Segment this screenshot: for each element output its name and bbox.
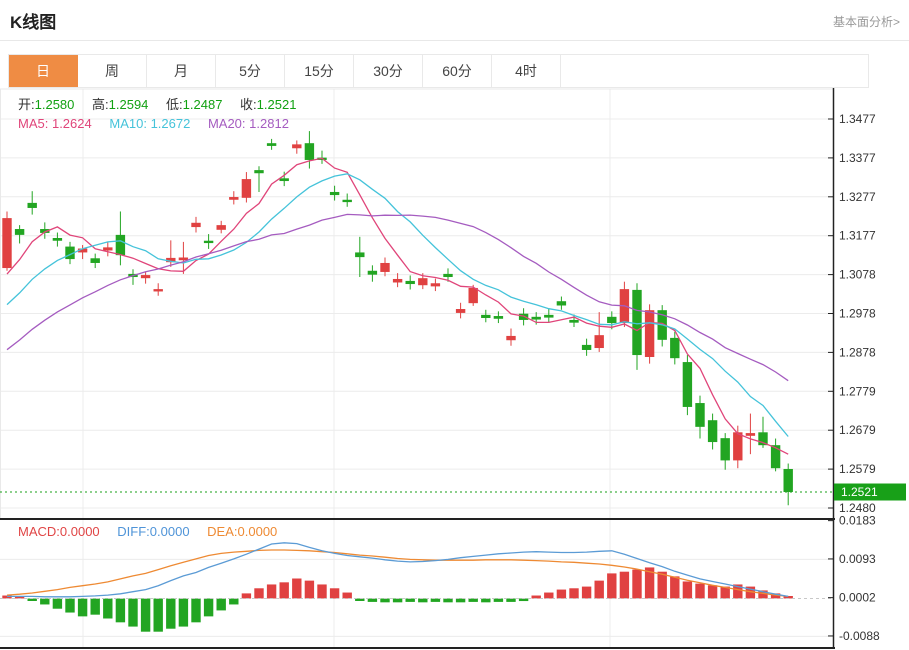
- svg-text:0.0002: 0.0002: [839, 591, 876, 605]
- close-label: 收:: [240, 97, 257, 112]
- svg-text:1.2878: 1.2878: [839, 345, 876, 359]
- diff-value-legend: DIFF:0.0000: [117, 524, 189, 539]
- fundamental-analysis-link[interactable]: 基本面分析>: [833, 13, 900, 30]
- ma5-value: 1.2624: [52, 116, 92, 131]
- ma10-legend: MA10: 1.2672: [109, 116, 190, 131]
- tab-15min[interactable]: 15分: [285, 55, 354, 87]
- svg-text:0.0093: 0.0093: [839, 552, 876, 566]
- price-axis-labels: 1.3477 1.3377 1.3277 1.3177 1.3078 1.2978 1.28…: [828, 112, 876, 515]
- low-label: 低:: [166, 97, 183, 112]
- dea-value-legend: DEA:0.0000: [207, 524, 277, 539]
- close-value: 1.2521: [257, 97, 297, 112]
- high-label: 高:: [92, 97, 109, 112]
- svg-text:1.2579: 1.2579: [839, 462, 876, 476]
- macd-value-legend: MACD:0.0000: [18, 524, 100, 539]
- ma5-legend: MA5: 1.2624: [18, 116, 92, 131]
- ma20-label: MA20:: [208, 116, 246, 131]
- macd-legend: MACD:0.0000 DIFF:0.0000 DEA:0.0000: [18, 524, 291, 539]
- svg-text:0.0183: 0.0183: [839, 514, 876, 528]
- macd-label: MACD:: [18, 524, 60, 539]
- page-title: K线图: [10, 8, 56, 33]
- tab-4hour[interactable]: 4时: [492, 55, 561, 87]
- svg-text:1.3477: 1.3477: [839, 112, 876, 126]
- macd-value: 0.0000: [60, 524, 100, 539]
- svg-text:1.2521: 1.2521: [841, 485, 878, 499]
- svg-text:1.2679: 1.2679: [839, 423, 876, 437]
- ma20-legend: MA20: 1.2812: [208, 116, 289, 131]
- open-label: 开:: [18, 97, 35, 112]
- ma10-label: MA10:: [109, 116, 147, 131]
- svg-text:1.2978: 1.2978: [839, 307, 876, 321]
- high-value: 1.2594: [109, 97, 149, 112]
- low-value: 1.2487: [183, 97, 223, 112]
- ma5-label: MA5:: [18, 116, 48, 131]
- diff-label: DIFF:: [117, 524, 150, 539]
- tab-week[interactable]: 周: [78, 55, 147, 87]
- tab-5min[interactable]: 5分: [216, 55, 285, 87]
- svg-text:1.3377: 1.3377: [839, 151, 876, 165]
- ma10-line: [7, 174, 788, 437]
- dea-value: 0.0000: [238, 524, 278, 539]
- svg-text:-0.0088: -0.0088: [839, 629, 880, 643]
- ma10-value: 1.2672: [151, 116, 191, 131]
- tab-day[interactable]: 日: [9, 55, 78, 87]
- diff-value: 0.0000: [150, 524, 190, 539]
- svg-text:1.3277: 1.3277: [839, 190, 876, 204]
- dea-label: DEA:: [207, 524, 237, 539]
- svg-text:1.2779: 1.2779: [839, 384, 876, 398]
- svg-text:1.3177: 1.3177: [839, 229, 876, 243]
- macd-axis-labels: 0.0183 0.0093 0.0002 -0.0088: [828, 514, 880, 643]
- tabbar-filler: [561, 55, 868, 87]
- gridlines: [0, 89, 833, 648]
- current-price-tag: 1.2521: [834, 484, 906, 501]
- tab-60min[interactable]: 60分: [423, 55, 492, 87]
- kline-page: { "header": { "title": "K线图", "link": "基…: [0, 0, 909, 650]
- ma20-value: 1.2812: [249, 116, 289, 131]
- svg-text:1.3078: 1.3078: [839, 268, 876, 282]
- interval-tabbar: 日 周 月 5分 15分 30分 60分 4时: [8, 54, 869, 88]
- header-divider: [0, 40, 909, 41]
- ma5-line: [7, 158, 788, 454]
- open-value: 1.2580: [35, 97, 75, 112]
- tab-30min[interactable]: 30分: [354, 55, 423, 87]
- tab-month[interactable]: 月: [147, 55, 216, 87]
- ohlc-readout: 开:1.2580 高:1.2594 低:1.2487 收:1.2521: [18, 94, 310, 113]
- ma-legend: MA5: 1.2624 MA10: 1.2672 MA20: 1.2812: [18, 116, 303, 131]
- panel-borders: [0, 88, 835, 648]
